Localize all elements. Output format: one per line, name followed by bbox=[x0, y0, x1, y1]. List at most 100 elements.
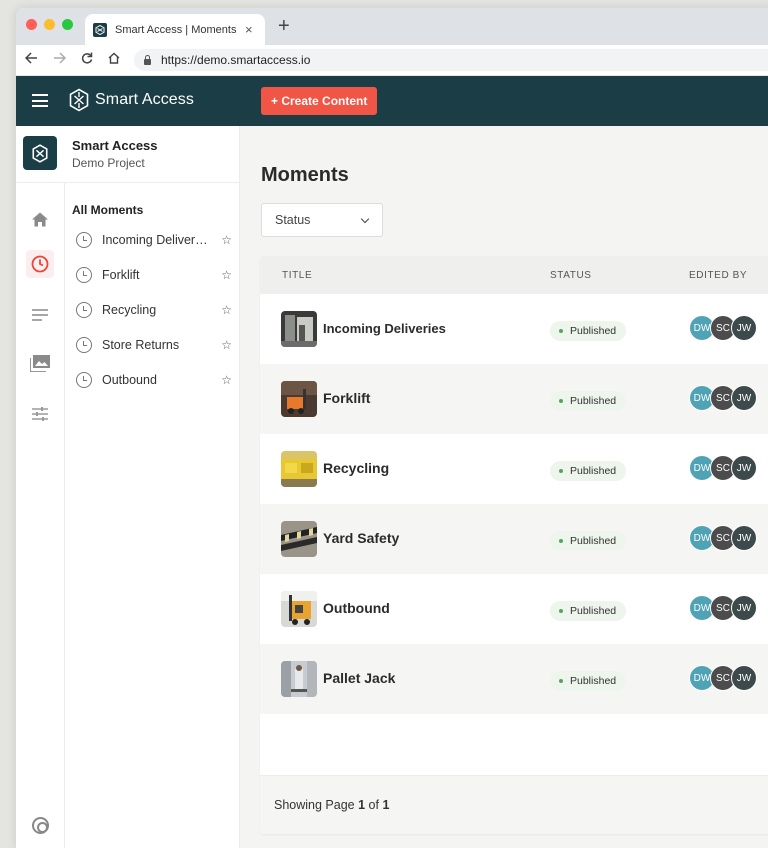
project-header[interactable]: Smart Access Demo Project bbox=[16, 126, 240, 183]
sidebar-item-label: Store Returns bbox=[102, 338, 180, 352]
sidebar-item-incoming-deliveries[interactable]: Incoming Deliveries ☆ bbox=[76, 229, 232, 251]
status-label: Published bbox=[570, 605, 617, 617]
status-badge: Published bbox=[550, 461, 627, 481]
sidebar-item-label: Incoming Deliveries bbox=[102, 233, 210, 247]
table-row[interactable]: Pallet Jack Published DW SC JW bbox=[260, 644, 768, 714]
lines-icon[interactable] bbox=[26, 301, 54, 329]
main-content: Moments Status TITLE STATUS EDITED BY In… bbox=[240, 126, 768, 848]
table-footer: Showing Page 1 of 1 bbox=[260, 775, 768, 834]
editor-avatars: DW SC JW bbox=[689, 525, 757, 551]
avatar[interactable]: JW bbox=[731, 385, 757, 411]
table-row[interactable]: Incoming Deliveries Published DW SC JW bbox=[260, 294, 768, 364]
browser-window: Smart Access | Moments × + https://demo.… bbox=[16, 8, 768, 848]
pagination-current-page: 1 bbox=[358, 798, 366, 812]
row-title[interactable]: Outbound bbox=[323, 600, 390, 616]
sidebar-item-label: Recycling bbox=[102, 303, 157, 317]
editor-avatars: DW SC JW bbox=[689, 385, 757, 411]
help-icon[interactable] bbox=[32, 817, 49, 834]
star-icon[interactable]: ☆ bbox=[221, 268, 232, 282]
all-moments-heading[interactable]: All Moments bbox=[72, 203, 143, 217]
sidebar-item-label: Forklift bbox=[102, 268, 140, 282]
status-badge: Published bbox=[550, 391, 627, 411]
sidebar-item-outbound[interactable]: Outbound ☆ bbox=[76, 369, 232, 391]
forward-icon[interactable] bbox=[53, 51, 67, 67]
sidebar-item-store-returns[interactable]: Store Returns ☆ bbox=[76, 334, 232, 356]
tab-close-icon[interactable]: × bbox=[245, 22, 253, 37]
clock-icon bbox=[76, 372, 92, 388]
sidebar-item-label: Outbound bbox=[102, 373, 157, 387]
icon-rail bbox=[16, 183, 65, 848]
sidebar-item-forklift[interactable]: Forklift ☆ bbox=[76, 264, 232, 286]
clock-icon bbox=[76, 337, 92, 353]
editor-avatars: DW SC JW bbox=[689, 455, 757, 481]
status-label: Published bbox=[570, 675, 617, 687]
minimize-window-button[interactable] bbox=[44, 19, 55, 30]
row-title[interactable]: Forklift bbox=[323, 390, 370, 406]
star-icon[interactable]: ☆ bbox=[221, 373, 232, 387]
project-logo-icon bbox=[23, 136, 57, 170]
thumbnail-image bbox=[281, 451, 317, 487]
sliders-icon[interactable] bbox=[26, 400, 54, 428]
thumbnail-image bbox=[281, 381, 317, 417]
editor-avatars: DW SC JW bbox=[689, 665, 757, 691]
avatar[interactable]: JW bbox=[731, 455, 757, 481]
pagination-prefix: Showing Page bbox=[274, 798, 355, 812]
status-label: Published bbox=[570, 535, 617, 547]
column-header-title[interactable]: TITLE bbox=[282, 270, 312, 281]
status-filter-select[interactable]: Status bbox=[261, 203, 383, 237]
url-field[interactable]: https://demo.smartaccess.io bbox=[134, 49, 768, 71]
avatar[interactable]: JW bbox=[731, 665, 757, 691]
reload-icon[interactable] bbox=[81, 51, 93, 67]
thumbnail-image bbox=[281, 591, 317, 627]
project-name: Smart Access bbox=[72, 138, 158, 153]
menu-icon[interactable] bbox=[32, 94, 48, 107]
avatar[interactable]: JW bbox=[731, 525, 757, 551]
back-icon[interactable] bbox=[24, 51, 38, 67]
page-title: Moments bbox=[261, 164, 349, 186]
new-tab-button[interactable]: + bbox=[278, 16, 290, 36]
sidebar-item-recycling[interactable]: Recycling ☆ bbox=[76, 299, 232, 321]
star-icon[interactable]: ☆ bbox=[221, 233, 232, 247]
star-icon[interactable]: ☆ bbox=[221, 303, 232, 317]
row-title[interactable]: Yard Safety bbox=[323, 530, 399, 546]
status-badge: Published bbox=[550, 321, 627, 341]
home-browser-icon[interactable] bbox=[108, 51, 120, 67]
row-title[interactable]: Pallet Jack bbox=[323, 670, 395, 686]
maximize-window-button[interactable] bbox=[62, 19, 73, 30]
table-row[interactable]: Forklift Published DW SC JW bbox=[260, 364, 768, 434]
editor-avatars: DW SC JW bbox=[689, 595, 757, 621]
moments-sidebar: All Moments Incoming Deliveries ☆ Forkli… bbox=[65, 183, 240, 848]
thumbnail-image bbox=[281, 521, 317, 557]
browser-tab[interactable]: Smart Access | Moments × bbox=[85, 14, 265, 45]
star-icon[interactable]: ☆ bbox=[221, 338, 232, 352]
status-label: Published bbox=[570, 395, 617, 407]
tab-title: Smart Access | Moments bbox=[115, 23, 237, 36]
close-window-button[interactable] bbox=[26, 19, 37, 30]
app-name: Smart Access bbox=[95, 91, 195, 108]
column-header-status[interactable]: STATUS bbox=[550, 270, 592, 281]
clock-icon bbox=[76, 267, 92, 283]
pagination-total-pages: 1 bbox=[382, 798, 390, 812]
create-content-button[interactable]: + Create Content bbox=[261, 87, 378, 115]
row-title[interactable]: Incoming Deliveries bbox=[323, 321, 446, 336]
table-row[interactable]: Outbound Published DW SC JW bbox=[260, 574, 768, 644]
home-icon[interactable] bbox=[26, 205, 54, 233]
tab-strip: Smart Access | Moments × + bbox=[16, 8, 768, 45]
status-badge: Published bbox=[550, 671, 627, 691]
avatar[interactable]: JW bbox=[731, 595, 757, 621]
avatar[interactable]: JW bbox=[731, 315, 757, 341]
table-row[interactable]: Recycling Published DW SC JW bbox=[260, 434, 768, 504]
clock-icon[interactable] bbox=[26, 250, 54, 278]
images-icon[interactable] bbox=[26, 349, 54, 377]
table-row[interactable]: Yard Safety Published DW SC JW bbox=[260, 504, 768, 574]
pagination-of: of bbox=[368, 798, 379, 812]
clock-icon bbox=[76, 232, 92, 248]
status-filter-value: Status bbox=[275, 213, 311, 227]
chevron-down-icon bbox=[360, 214, 370, 224]
url-text: https://demo.smartaccess.io bbox=[161, 53, 311, 67]
status-label: Published bbox=[570, 325, 617, 337]
row-title[interactable]: Recycling bbox=[323, 460, 389, 476]
column-header-edited-by[interactable]: EDITED BY bbox=[689, 270, 747, 281]
pagination-text: Showing Page 1 of 1 bbox=[274, 798, 389, 812]
app-header: Smart Access + Create Content bbox=[16, 76, 768, 126]
